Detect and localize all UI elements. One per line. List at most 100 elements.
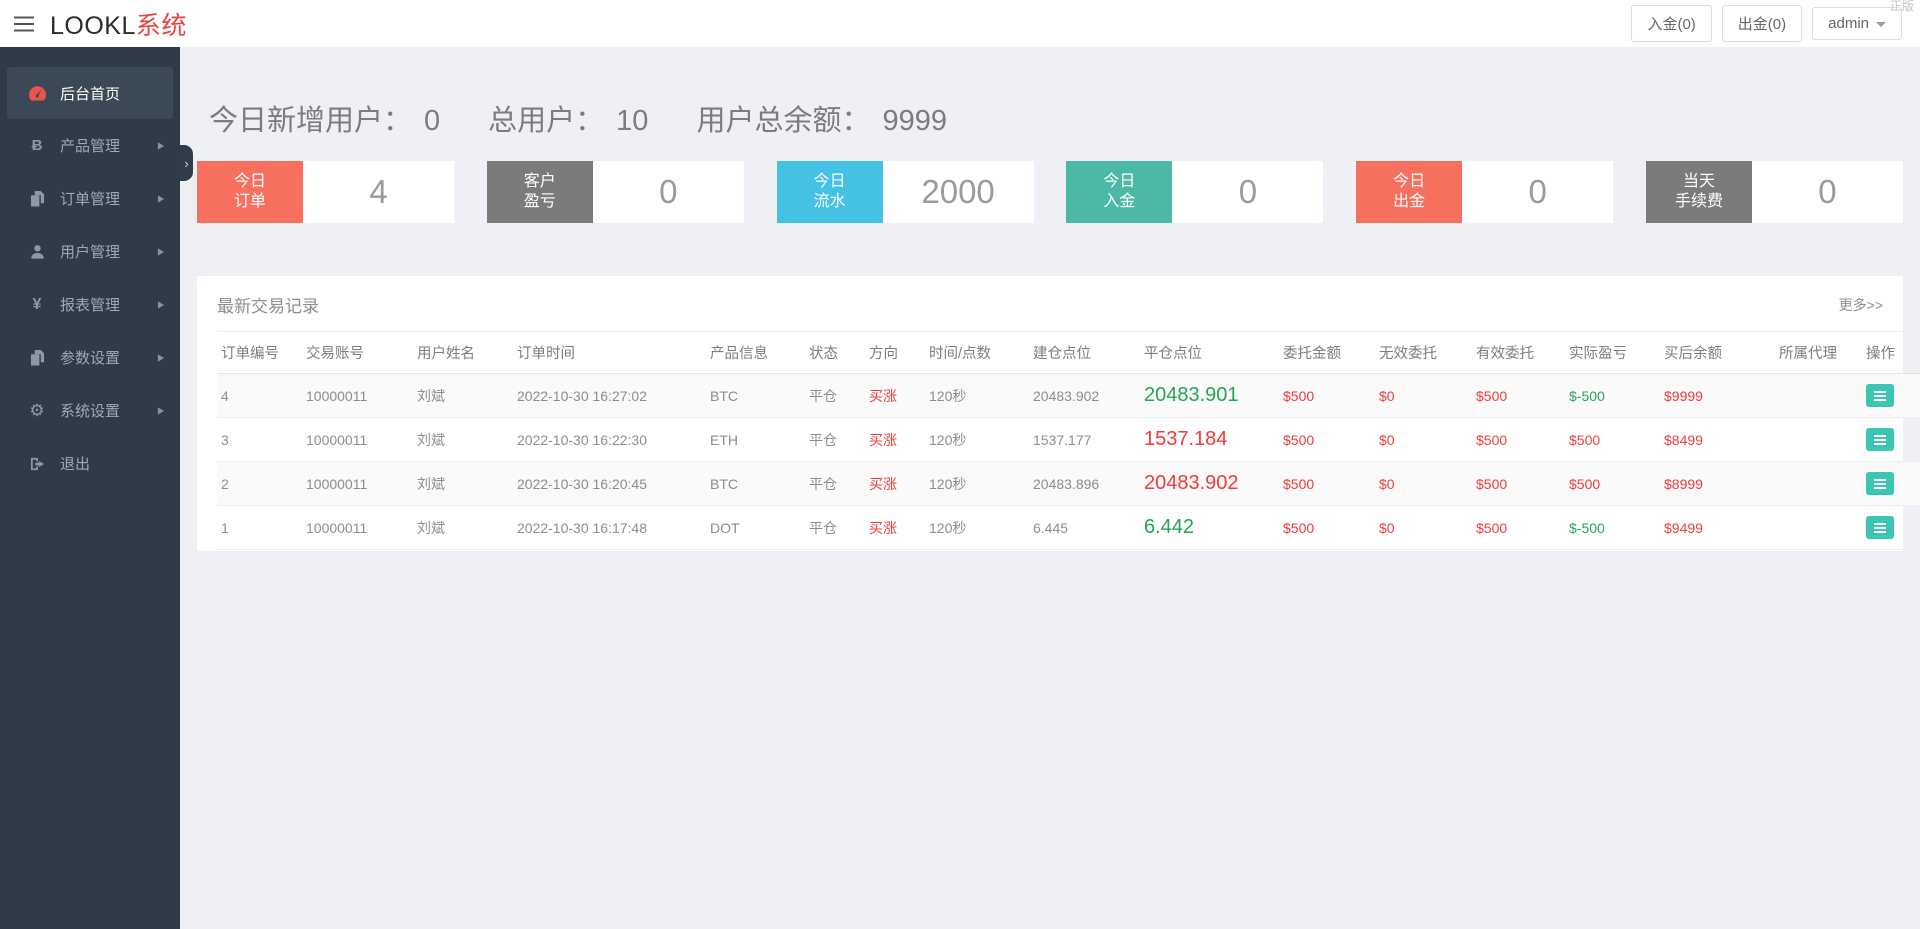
cell-duration: 120秒 — [925, 417, 1029, 462]
cell-invalid: $0 — [1375, 461, 1472, 506]
card-today-fees: 当天 手续费 0 — [1645, 161, 1903, 223]
sidebar-item-label: 退出 — [60, 456, 91, 473]
sidebar-collapse-handle[interactable]: › — [180, 145, 193, 181]
cell-direction: 买涨 — [865, 505, 925, 550]
cell-product: BTC — [706, 461, 805, 506]
stat-label: 用户总余额： — [696, 105, 871, 137]
dashboard-icon — [27, 85, 47, 101]
chevron-right-icon: ▶ — [157, 299, 164, 310]
yen-icon: ¥ — [32, 295, 42, 313]
sidebar-item-label: 后台首页 — [60, 85, 121, 103]
panel-title: 最新交易记录 — [217, 297, 319, 316]
cell-status: 平仓 — [805, 417, 865, 462]
chevron-down-icon — [1876, 22, 1886, 27]
cell-duration: 120秒 — [925, 461, 1029, 506]
order-detail-button[interactable] — [1866, 384, 1894, 408]
card-value: 2000 — [882, 161, 1034, 223]
cell-agent — [1775, 373, 1862, 418]
card-value: 0 — [1172, 161, 1324, 223]
cell-account: 10000011 — [302, 461, 413, 506]
cell-direction: 买涨 — [865, 417, 925, 462]
stat-label: 今日新增用户： — [209, 105, 413, 137]
order-detail-button[interactable] — [1866, 472, 1894, 496]
cell-id: 1 — [217, 505, 302, 550]
column-header: 平仓点位 — [1140, 331, 1279, 374]
cell-name: 刘斌 — [413, 417, 513, 462]
withdraw-button[interactable]: 出金(0) — [1721, 5, 1803, 42]
cell-close: 6.442 — [1140, 505, 1279, 550]
cell-entrust: $500 — [1279, 417, 1375, 462]
card-value: 0 — [1751, 161, 1903, 223]
card-label: 当天 手续费 — [1645, 161, 1752, 223]
column-header: 建仓点位 — [1029, 331, 1140, 374]
stat-new-users: 今日新增用户： 0 — [209, 97, 440, 139]
sidebar: 后台首页 Ƀ 产品管理 ▶ 订单管理 ▶ 用户管理 ▶ ¥ 报表管理 ▶ 参数设置 ▶ ⚙ 系统设置 ▶ 退出 — [0, 47, 180, 929]
cell-product: DOT — [706, 505, 805, 550]
sidebar-item-system[interactable]: ⚙ 系统设置 ▶ — [0, 384, 180, 437]
column-header: 有效委托 — [1472, 331, 1565, 374]
order-detail-button[interactable] — [1866, 428, 1894, 452]
card-today-flow: 今日 流水 2000 — [776, 161, 1034, 223]
cell-time: 2022-10-30 16:20:45 — [513, 461, 706, 506]
cell-balance: $8499 — [1660, 417, 1775, 462]
cell-valid: $500 — [1472, 417, 1565, 462]
latest-trades-panel: 最新交易记录 更多>> 订单编号 交易账号 用户姓名 订单时间 产品信息 状态 方向 时间/点… — [197, 276, 1920, 551]
sidebar-item-label: 报表管理 — [60, 297, 121, 314]
cell-action — [1862, 461, 1920, 506]
cell-valid: $500 — [1472, 505, 1565, 550]
sidebar-item-products[interactable]: Ƀ 产品管理 ▶ — [0, 119, 180, 172]
cell-action — [1862, 417, 1920, 462]
sidebar-item-users[interactable]: 用户管理 ▶ — [0, 225, 180, 278]
cell-open: 6.445 — [1029, 505, 1140, 550]
gears-icon: ⚙ — [29, 400, 45, 420]
chevron-right-icon: ▶ — [157, 352, 164, 363]
sidebar-item-label: 用户管理 — [60, 244, 121, 261]
table-row: 2 10000011 刘斌 2022-10-30 16:20:45 BTC 平仓 买涨 120… — [217, 461, 1920, 506]
table-row: 4 10000011 刘斌 2022-10-30 16:27:02 BTC 平仓 买涨 120… — [217, 373, 1920, 418]
card-value: 0 — [1462, 161, 1614, 223]
cell-name: 刘斌 — [413, 505, 513, 550]
sidebar-item-reports[interactable]: ¥ 报表管理 ▶ — [0, 278, 180, 331]
sidebar-item-label: 订单管理 — [60, 191, 121, 208]
cell-agent — [1775, 417, 1862, 462]
cell-time: 2022-10-30 16:22:30 — [513, 417, 706, 462]
cell-duration: 120秒 — [925, 373, 1029, 418]
card-label: 客户 盈亏 — [486, 161, 593, 223]
more-link[interactable]: 更多>> — [1839, 295, 1883, 315]
cell-valid: $500 — [1472, 461, 1565, 506]
card-today-deposit: 今日 入金 0 — [1066, 161, 1324, 223]
sidebar-item-logout[interactable]: 退出 — [0, 437, 180, 490]
column-header: 无效委托 — [1375, 331, 1472, 374]
stat-value: 0 — [424, 105, 441, 137]
sidebar-item-orders[interactable]: 订单管理 ▶ — [0, 172, 180, 225]
cell-direction: 买涨 — [865, 461, 925, 506]
watermark-text: 正版 — [1889, 0, 1914, 13]
order-detail-button[interactable] — [1866, 516, 1894, 540]
cell-status: 平仓 — [805, 373, 865, 418]
cell-open: 20483.902 — [1029, 373, 1140, 418]
sidebar-item-dashboard[interactable]: 后台首页 — [7, 67, 173, 119]
cell-name: 刘斌 — [413, 373, 513, 418]
cell-entrust: $500 — [1279, 461, 1375, 506]
cell-product: BTC — [706, 373, 805, 418]
column-header: 实际盈亏 — [1565, 331, 1660, 374]
card-label: 今日 订单 — [197, 161, 303, 223]
chevron-right-icon: ▶ — [157, 246, 164, 257]
admin-dropdown[interactable]: admin — [1812, 7, 1902, 40]
stat-total-balance: 用户总余额： 9999 — [696, 97, 947, 139]
table-body: 4 10000011 刘斌 2022-10-30 16:27:02 BTC 平仓 买涨 120… — [217, 373, 1920, 550]
sidebar-item-label: 产品管理 — [60, 138, 121, 155]
cell-invalid: $0 — [1375, 417, 1472, 462]
column-header: 订单编号 — [217, 331, 302, 374]
menu-toggle-icon[interactable] — [14, 16, 36, 32]
copy-icon — [27, 349, 47, 366]
orders-icon — [27, 190, 47, 207]
cell-id: 3 — [217, 417, 302, 462]
cell-account: 10000011 — [302, 417, 413, 462]
deposit-button[interactable]: 入金(0) — [1631, 5, 1712, 42]
card-value: 4 — [303, 161, 454, 223]
sidebar-item-params[interactable]: 参数设置 ▶ — [0, 331, 180, 384]
card-today-orders: 今日 订单 4 — [197, 161, 454, 223]
table-row: 1 10000011 刘斌 2022-10-30 16:17:48 DOT 平仓 买涨 120… — [217, 505, 1920, 550]
cell-id: 2 — [217, 461, 302, 506]
